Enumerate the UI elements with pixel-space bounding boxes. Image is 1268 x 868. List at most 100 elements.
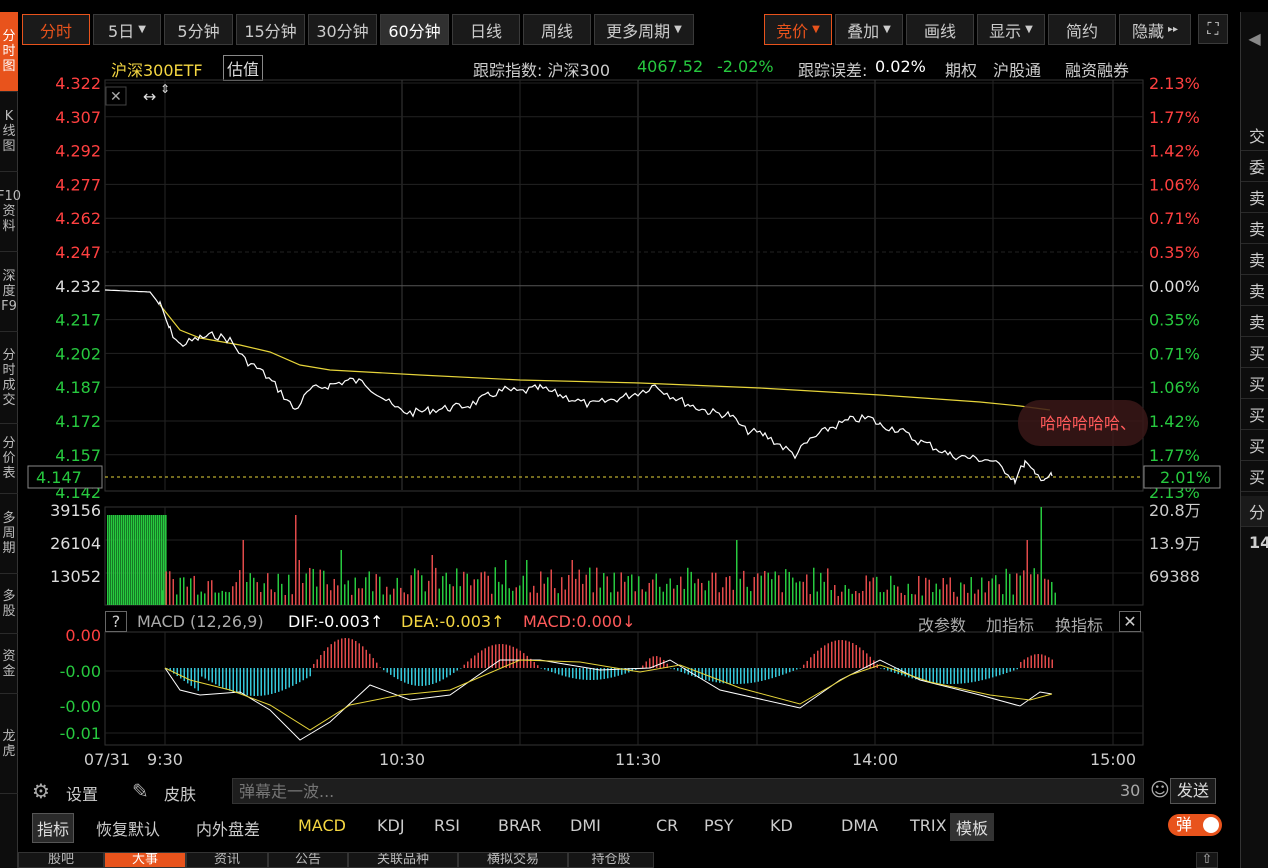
macd-bar [176, 668, 178, 677]
indicator-rsi[interactable]: RSI [434, 816, 460, 835]
macd-dif: DIF:-0.003↑ [288, 612, 384, 631]
volume-bar [288, 574, 290, 605]
indicator-macd[interactable]: MACD [298, 816, 346, 835]
macd-bar [817, 650, 819, 668]
volume-bar [200, 591, 202, 605]
bottom-tab-5[interactable]: 横拟交易 [458, 852, 568, 868]
price-tick: 4.262 [55, 209, 101, 228]
volume-bar [613, 572, 615, 605]
macd-bar [1016, 668, 1018, 670]
volume-bar [337, 585, 339, 605]
intraday-chart: 4.322 4.307 4.292 4.277 4.262 4.247 4.232 4.217… [27, 74, 1221, 769]
macd-bar [673, 668, 675, 670]
indicator-cr[interactable]: CR [656, 816, 678, 835]
volume-bar [277, 573, 279, 605]
danmu-input[interactable] [232, 778, 1144, 804]
bottom-tab-0[interactable]: 股吧 [18, 852, 104, 868]
indicator-kdj[interactable]: KDJ [377, 816, 405, 835]
macd-bar [967, 668, 969, 683]
collapse-arrow-icon[interactable]: ◀ [1241, 12, 1268, 64]
indicator-dma[interactable]: DMA [841, 816, 878, 835]
volume-bar [676, 585, 678, 605]
emoji-icon[interactable]: ☺ [1150, 779, 1170, 801]
edit-params-button[interactable]: 改参数 [918, 612, 966, 636]
volume-bar [760, 575, 762, 605]
add-indicator-button[interactable]: 加指标 [986, 612, 1034, 636]
skin-icon[interactable]: ✎ [132, 779, 149, 803]
macd-bar [824, 645, 826, 668]
volume-bar [382, 594, 384, 605]
volume-bar [844, 585, 846, 605]
volume-bar [218, 592, 220, 605]
macd-bar [845, 640, 847, 668]
volume-bar [911, 593, 913, 605]
indicator-trix[interactable]: TRIX [910, 816, 947, 835]
indicator-label[interactable]: 指标 [32, 813, 75, 843]
indicator-brar[interactable]: BRAR [498, 816, 542, 835]
indicator-dmi[interactable]: DMI [570, 816, 601, 835]
gear-icon[interactable]: ⚙ [32, 779, 50, 803]
price-tick: 4.187 [55, 378, 101, 397]
macd-bar [1037, 654, 1039, 668]
switch-indicator-button[interactable]: 换指标 [1055, 612, 1103, 636]
bottom-tab-4[interactable]: 关联品种 [348, 852, 458, 868]
bottom-tab-6[interactable]: 持仓股 [568, 852, 654, 868]
volume-bar [438, 588, 440, 605]
help-icon[interactable]: ? [105, 611, 127, 632]
volume-bar [260, 592, 262, 605]
volume-bar [435, 567, 437, 605]
macd-bar [383, 668, 385, 671]
macd-bar [768, 668, 770, 680]
volume-bar [743, 570, 745, 605]
macd-bar [883, 668, 885, 670]
volume-bar [131, 515, 133, 605]
bottom-tab-2[interactable]: 资讯 [186, 852, 268, 868]
macd-bar [586, 668, 588, 680]
right-panel-item-1[interactable]: 委 [1241, 151, 1268, 182]
volume-bar [732, 589, 734, 605]
danmu-toggle[interactable]: 弹 [1168, 814, 1222, 836]
volume-bar [129, 515, 131, 605]
right-panel-item-4: 卖 [1241, 244, 1268, 275]
volume-bar [617, 591, 619, 605]
indicator-恢复默认[interactable]: 恢复默认 [96, 816, 160, 840]
volume-bar [816, 591, 818, 605]
bottom-tab-1[interactable]: 大事 [104, 852, 186, 868]
volume-bar [792, 577, 794, 605]
macd-bar [439, 668, 441, 682]
send-button[interactable]: 发送 [1170, 778, 1216, 804]
bottom-tab-3[interactable]: 公告 [268, 852, 348, 868]
close-icon[interactable]: ✕ [1119, 611, 1141, 632]
macd-bar [841, 640, 843, 668]
expand-up-icon[interactable]: ⇧ [1196, 852, 1218, 868]
volume-bar [711, 572, 713, 605]
volume-bar [389, 594, 391, 605]
volume-bar [141, 515, 143, 605]
macd-bar [519, 650, 521, 668]
pct-tick: 2.13% [1149, 74, 1200, 93]
indicator-kd[interactable]: KD [770, 816, 793, 835]
volume-bar [991, 578, 993, 605]
settings-button[interactable]: 设置 [66, 781, 98, 805]
macd-bar [411, 668, 413, 685]
volume-bar [897, 586, 899, 605]
volume-bar [865, 575, 867, 605]
macd-bar [218, 668, 220, 687]
volume-bar [1009, 573, 1011, 605]
indicator-psy[interactable]: PSY [704, 816, 734, 835]
volume-bar [788, 571, 790, 605]
macd-bar [715, 668, 717, 683]
pct-tick: 0.71% [1149, 209, 1200, 228]
macd-bar [456, 668, 458, 671]
right-panel-item-0[interactable]: 交 [1241, 120, 1268, 151]
macd-bar [505, 644, 507, 668]
volume-tick-right: 13.9万 [1149, 534, 1201, 553]
volume-bar [778, 575, 780, 605]
template-button[interactable]: 模板 [950, 813, 995, 841]
volume-bar [981, 577, 983, 605]
skin-button[interactable]: 皮肤 [164, 781, 196, 805]
indicator-内外盘差[interactable]: 内外盘差 [196, 816, 260, 840]
macd-bar [761, 668, 763, 681]
volume-bar [445, 572, 447, 605]
right-panel-item-12[interactable]: 分 [1241, 496, 1268, 527]
